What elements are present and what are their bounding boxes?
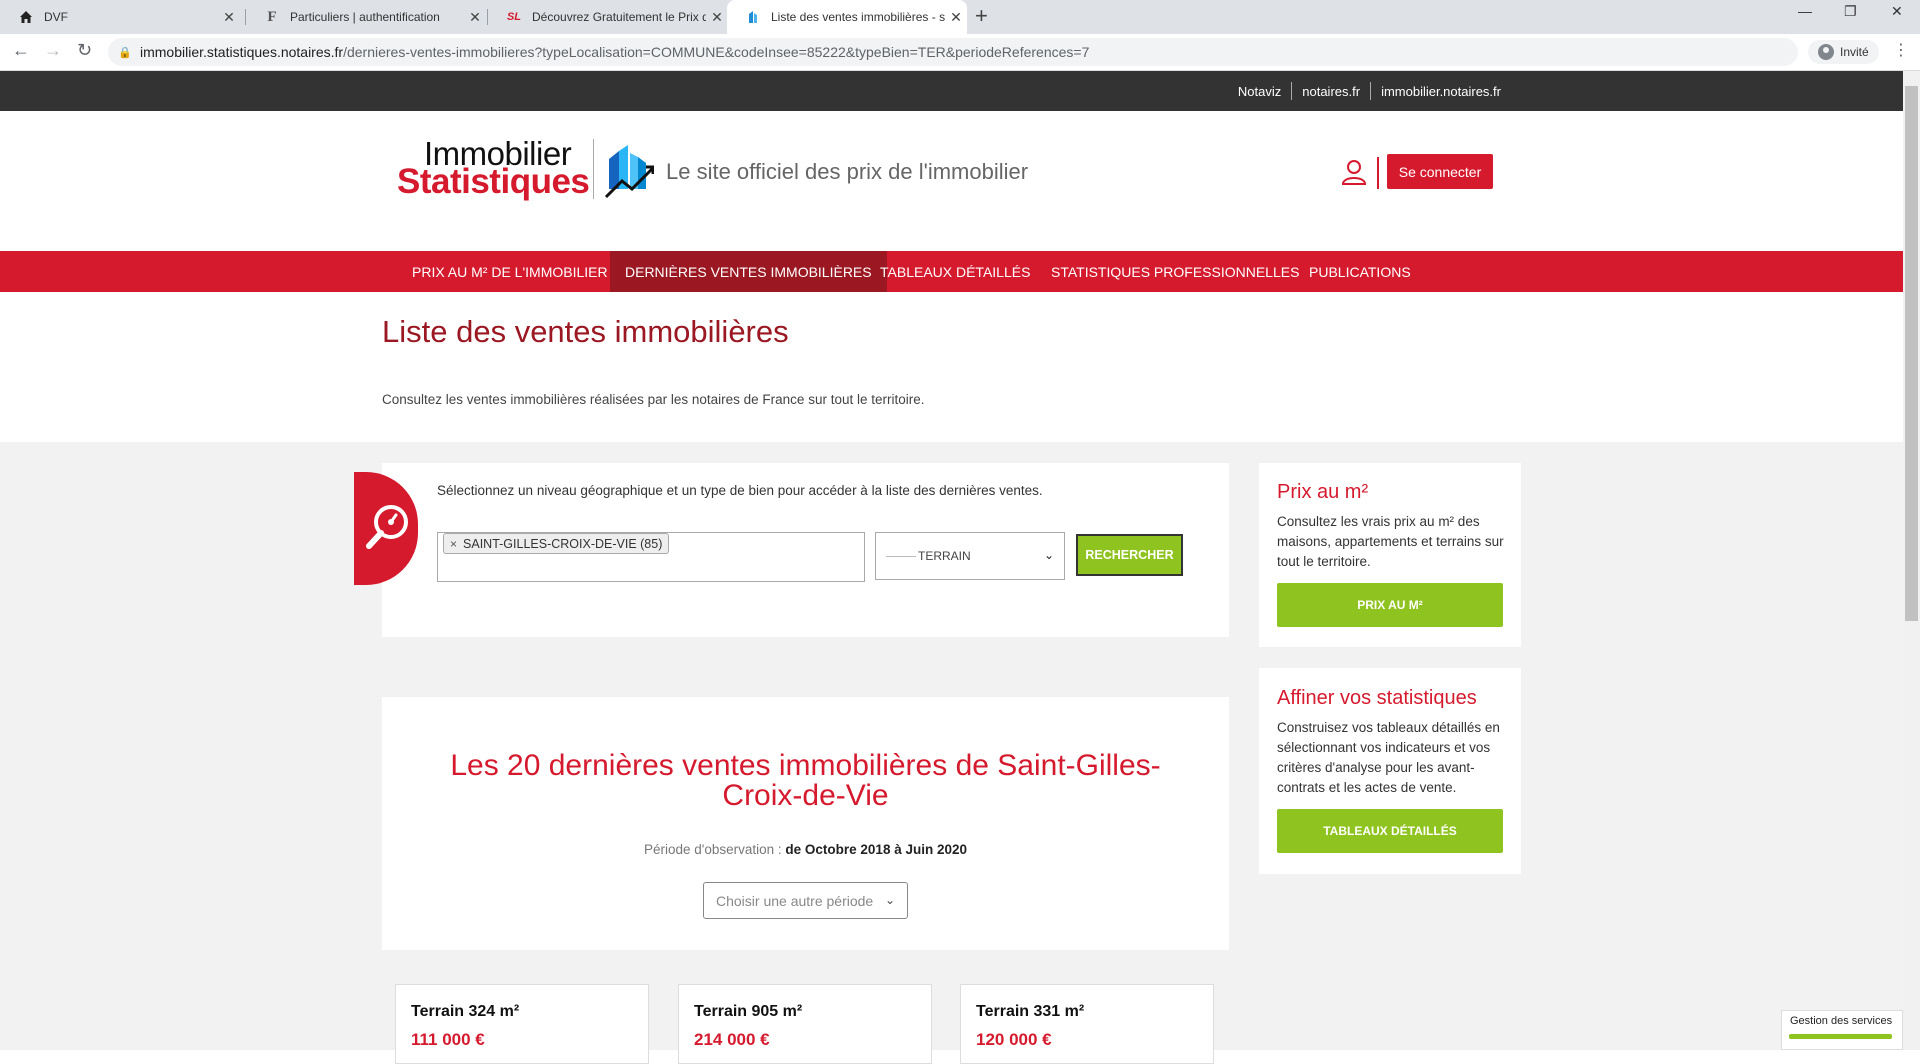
nav-tableaux[interactable]: TABLEAUX DÉTAILLÉS [865,251,1045,292]
sale-price: 214 000 € [694,1030,770,1049]
gestion-label: Gestion des services [1790,1015,1893,1027]
url-host: immobilier.statistiques.notaires.fr [140,44,344,60]
toplink-immobilier-notaires[interactable]: immobilier.notaires.fr [1371,84,1511,99]
prix-m2-button[interactable]: PRIX AU M² [1277,583,1503,627]
search-button[interactable]: RECHERCHER [1076,534,1183,576]
new-tab-icon[interactable]: + [975,3,988,29]
property-type-value: TERRAIN [918,549,971,563]
tab-liste-ventes[interactable]: Liste des ventes immobilières - st ✕ [727,0,967,34]
reload-icon[interactable]: ↻ [77,40,92,61]
affiner-card: Affiner vos statistiques Construisez vos… [1259,668,1521,874]
sale-card[interactable]: Terrain 905 m² 214 000 € [678,984,932,1064]
tab-title: Liste des ventes immobilières - st [771,10,945,24]
login-button[interactable]: Se connecter [1387,154,1493,189]
scrollbar-thumb[interactable] [1905,86,1918,621]
location-chip[interactable]: × SAINT-GILLES-CROIX-DE-VIE (85) [443,533,670,554]
page-intro: Consultez les ventes immobilières réalis… [382,392,925,407]
sale-card[interactable]: Terrain 324 m² 111 000 € [395,984,649,1064]
results-title: Les 20 dernières ventes immobilières de … [450,749,1161,812]
sale-title: Terrain 905 m² [694,1003,803,1020]
prix-card-title: Prix au m² [1277,481,1369,503]
affiner-card-text: Construisez vos tableaux détaillés en sé… [1277,720,1500,795]
back-arrow-icon[interactable]: ← [12,40,30,61]
tab-title: DVF [44,10,68,24]
period-label: Période d'observation : [643,842,786,857]
f-favicon-icon: F [267,8,277,25]
sl-favicon-icon: SL [506,11,522,23]
browser-menu-icon[interactable]: ⋮ [1893,40,1909,60]
close-tab-icon[interactable]: ✕ [464,9,486,26]
tab-dvf[interactable]: DVF ✕ [0,0,240,34]
profile-button[interactable]: Invité [1808,40,1879,64]
sale-title: Terrain 324 m² [411,1003,520,1020]
main-nav: PRIX AU M² DE L'IMMOBILIER DERNIÈRES VEN… [0,251,1903,292]
notaires-favicon-icon [745,9,761,25]
close-tab-icon[interactable]: ✕ [706,9,728,26]
observation-period: Période d'observation : de Octobre 2018 … [382,842,1229,857]
sale-price: 111 000 € [411,1030,485,1049]
tableaux-detailles-button[interactable]: TABLEAUX DÉTAILLÉS [1277,809,1503,853]
chip-remove-icon[interactable]: × [450,537,457,551]
gestion-services-widget[interactable]: Gestion des services [1781,1010,1903,1050]
user-icon[interactable] [1340,158,1368,186]
close-window-icon[interactable]: ✕ [1891,3,1903,20]
chevron-down-icon: ⌄ [884,893,895,907]
buildings-logo-icon [604,145,654,199]
site-header: Immobilier Statistiques Le site officiel… [0,111,1903,251]
sale-title: Terrain 331 m² [976,1003,1085,1020]
affiner-card-title: Affiner vos statistiques [1277,687,1477,709]
url-path: /dernieres-ventes-immobilieres?typeLocal… [343,44,1090,60]
minimize-icon[interactable]: — [1798,3,1812,19]
tab-title: Découvrez Gratuitement le Prix d [532,10,706,24]
tab-particuliers[interactable]: F Particuliers | authentification ✕ [246,0,486,34]
toplink-notaires[interactable]: notaires.fr [1292,84,1370,99]
sale-card[interactable]: Terrain 331 m² 120 000 € [960,984,1214,1064]
period-select-label: Choisir une autre période [716,892,874,909]
period-value: de Octobre 2018 à Juin 2020 [785,842,967,857]
close-tab-icon[interactable]: ✕ [218,9,240,26]
toplink-notaviz[interactable]: Notaviz [1228,84,1291,99]
nav-publications[interactable]: PUBLICATIONS [1294,251,1426,292]
nav-stats-pro[interactable]: STATISTIQUES PROFESSIONNELLES [1036,251,1314,292]
restore-icon[interactable]: ❐ [1844,3,1857,20]
browser-tab-strip: DVF ✕ F Particuliers | authentification … [0,0,1920,34]
tab-decouvrez[interactable]: SL Découvrez Gratuitement le Prix d ✕ [488,0,728,34]
browser-toolbar: ← → ↻ 🔒 immobilier.statistiques.notaires… [0,34,1920,71]
close-tab-icon[interactable]: ✕ [945,9,967,26]
site-top-links: Notaviz notaires.fr immobilier.notaires.… [0,71,1903,111]
period-select[interactable]: Choisir une autre période ⌄ [703,882,908,919]
profile-avatar-icon [1818,44,1834,60]
chevron-down-icon: ⌄ [1043,548,1054,562]
property-type-select[interactable]: TERRAIN ⌄ [875,532,1065,580]
tab-title: Particuliers | authentification [290,10,440,24]
lock-icon: 🔒 [118,47,132,59]
logo-line2[interactable]: Statistiques [397,162,590,202]
profile-label: Invité [1840,45,1869,59]
forward-arrow-icon[interactable]: → [44,40,62,61]
site-tagline: Le site officiel des prix de l'immobilie… [666,159,1029,184]
search-instruction: Sélectionnez un niveau géographique et u… [437,483,1043,498]
nav-dernieres-ventes[interactable]: DERNIÈRES VENTES IMMOBILIÈRES [610,251,887,292]
sale-price: 120 000 € [976,1030,1052,1049]
home-icon [18,9,34,25]
prix-m2-card: Prix au m² Consultez les vrais prix au m… [1259,463,1521,647]
address-bar[interactable]: 🔒 immobilier.statistiques.notaires.fr/de… [108,38,1798,66]
nav-prix-m2[interactable]: PRIX AU M² DE L'IMMOBILIER [397,251,623,292]
prix-card-text: Consultez les vrais prix au m² des maiso… [1277,514,1504,569]
chip-label: SAINT-GILLES-CROIX-DE-VIE (85) [463,536,663,551]
page-title: Liste des ventes immobilières [382,314,789,349]
magnifier-gauge-icon [366,505,408,549]
